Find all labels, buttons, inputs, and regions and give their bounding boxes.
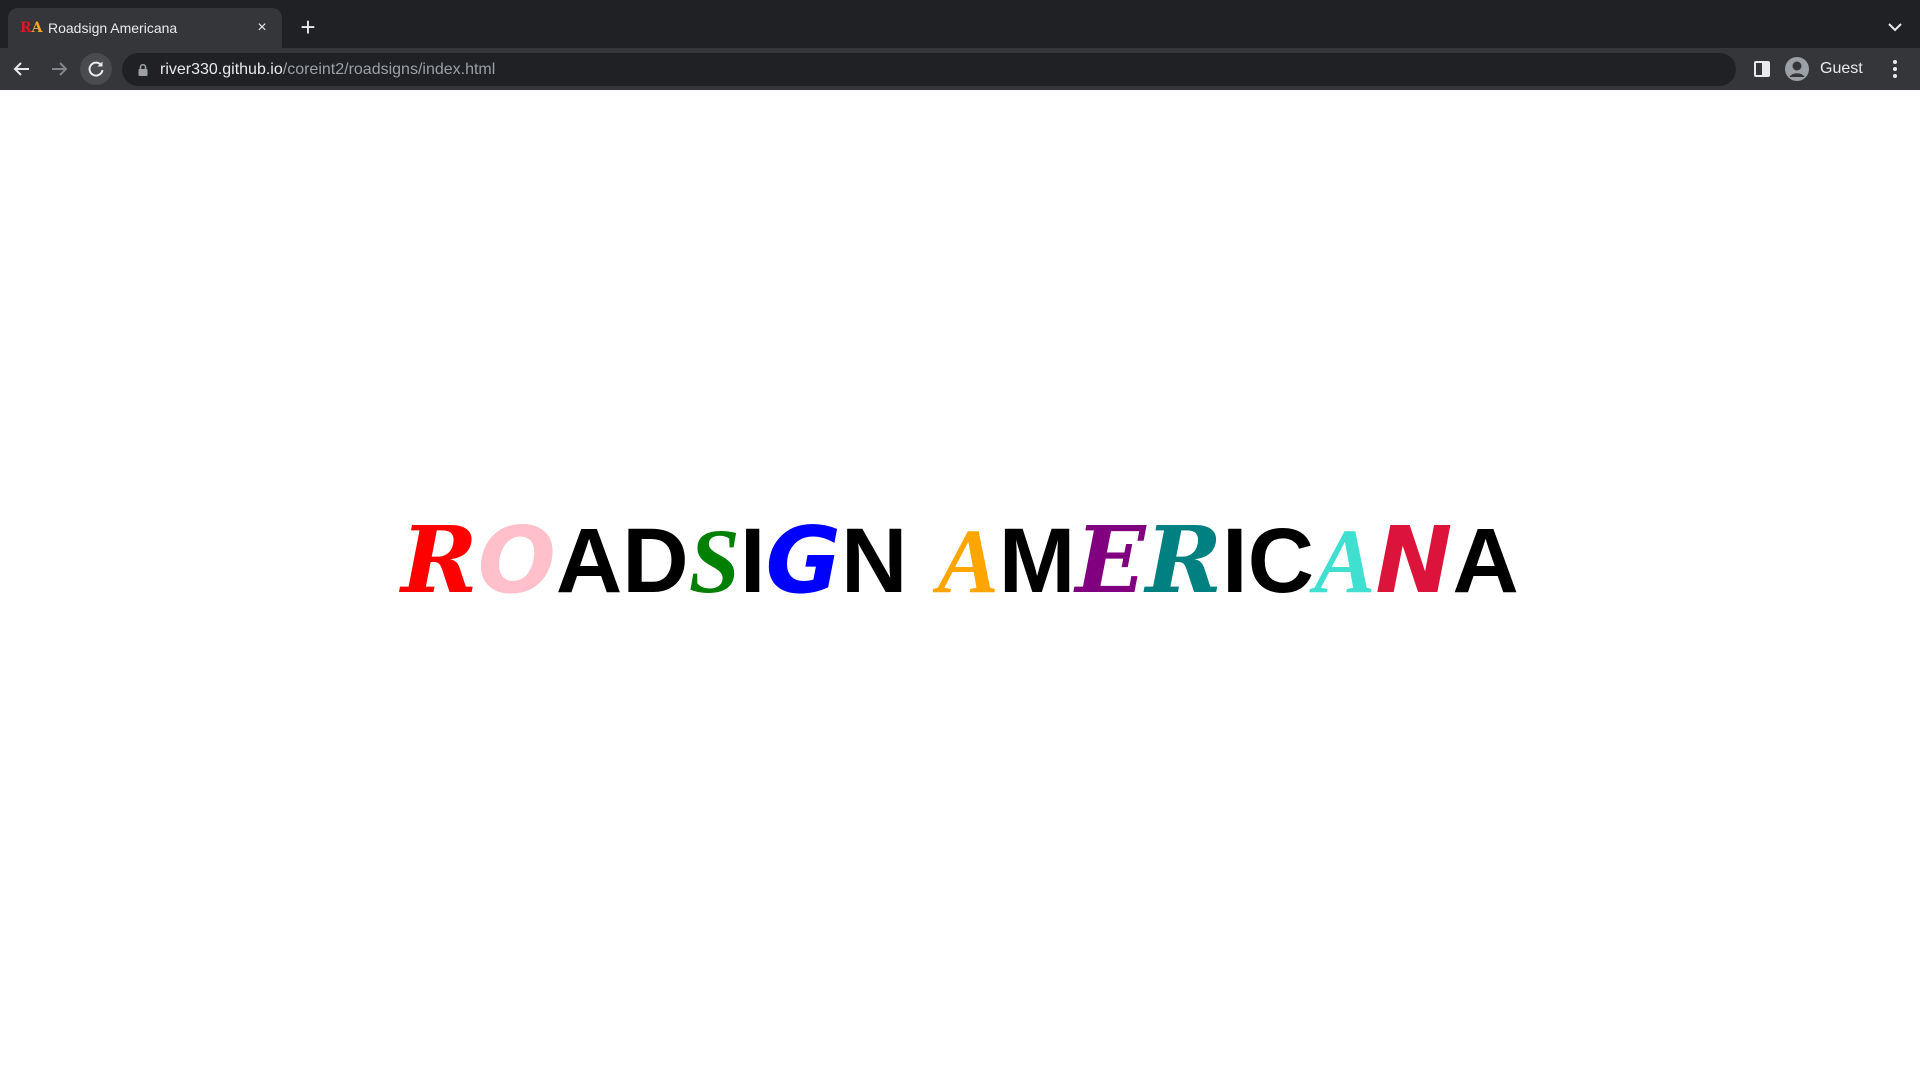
tab-close-icon[interactable]: × <box>252 18 272 38</box>
avatar-icon <box>1785 57 1809 81</box>
title-letter: M <box>998 510 1076 612</box>
url-host: river330.github.io <box>160 61 283 78</box>
title-letter: C <box>1247 510 1315 612</box>
title-letter: A <box>1452 510 1519 612</box>
address-bar[interactable]: river330.github.io/coreint2/roadsigns/in… <box>122 53 1736 86</box>
title-letter: D <box>622 510 689 612</box>
title-letter: O <box>477 507 556 614</box>
profile-name: Guest <box>1820 60 1863 77</box>
reload-icon <box>88 61 104 77</box>
url-path: /coreint2/roadsigns/index.html <box>282 61 496 78</box>
reload-button[interactable] <box>80 53 112 85</box>
title-letter: G <box>765 507 841 614</box>
tab-title: Roadsign Americana <box>48 20 178 36</box>
title-letter: N <box>840 510 908 612</box>
title-letter: A <box>937 510 999 612</box>
title-letter: I <box>739 510 766 612</box>
title-letter: R <box>1145 506 1223 614</box>
kebab-menu-icon[interactable] <box>1880 54 1910 84</box>
title-letter: A <box>1314 510 1376 612</box>
title-letter: S <box>688 510 740 612</box>
title-letter: A <box>555 510 623 612</box>
tab-search-chevron-icon[interactable] <box>1884 16 1906 38</box>
side-panel-icon[interactable] <box>1752 59 1772 79</box>
page-title: ROADSIGN AMERICANA <box>0 510 1920 611</box>
back-button[interactable] <box>6 53 38 85</box>
site-favicon-icon: RA <box>20 20 43 36</box>
arrow-left-icon <box>13 62 29 76</box>
browser-tab[interactable]: RA Roadsign Americana × <box>8 8 282 48</box>
forward-button[interactable] <box>43 53 75 85</box>
url-text[interactable]: river330.github.io/coreint2/roadsigns/in… <box>160 61 495 79</box>
tab-strip: RA Roadsign Americana × + <box>0 0 1920 48</box>
title-letter: R <box>401 506 478 614</box>
arrow-right-icon <box>52 62 68 76</box>
new-tab-icon[interactable]: + <box>294 14 322 42</box>
title-letter: E <box>1075 506 1146 614</box>
title-letter: I <box>1222 510 1248 612</box>
title-letter <box>907 511 937 611</box>
browser-toolbar: river330.github.io/coreint2/roadsigns/in… <box>0 48 1920 90</box>
title-letter: N <box>1375 507 1453 614</box>
lock-icon[interactable] <box>136 63 150 77</box>
